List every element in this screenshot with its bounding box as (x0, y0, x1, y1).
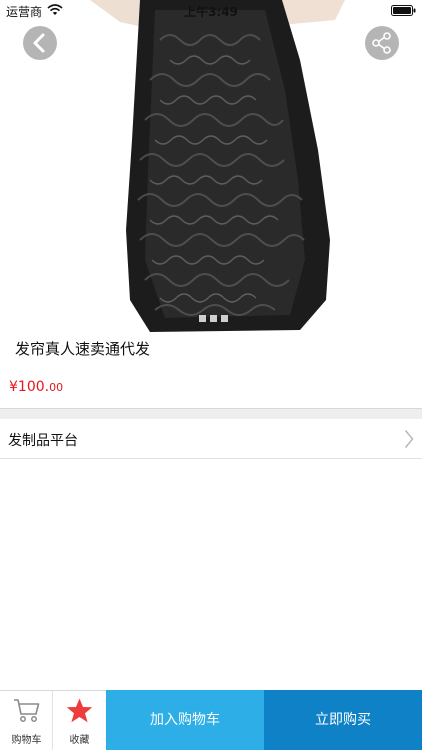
page-dot[interactable] (221, 315, 228, 322)
share-icon (372, 32, 391, 54)
price-cents: 00 (49, 381, 64, 394)
chevron-left-icon (33, 33, 45, 53)
page-dot[interactable] (199, 315, 206, 322)
share-button[interactable] (365, 26, 399, 60)
shop-entry-row[interactable]: 发制品平台 (0, 419, 422, 459)
cart-tab-label: 购物车 (11, 735, 42, 746)
star-icon (66, 698, 93, 723)
page-dot[interactable] (210, 315, 217, 322)
price-main: ¥100. (9, 379, 50, 395)
favorite-tab-button[interactable]: 收藏 (53, 691, 106, 750)
buy-now-button[interactable]: 立即购买 (264, 690, 422, 750)
favorite-tab-label: 收藏 (69, 735, 90, 746)
status-bar: 运营商 上午3:49 (0, 0, 422, 22)
chevron-right-icon (404, 430, 414, 448)
shop-name: 发制品平台 (8, 433, 78, 449)
cart-tab-button[interactable]: 购物车 (0, 691, 53, 750)
product-title: 发帘真人速卖通代发 (15, 340, 151, 358)
back-button[interactable] (23, 26, 57, 60)
product-price: ¥100.00 (9, 376, 63, 395)
status-time: 上午3:49 (184, 5, 238, 19)
add-to-cart-button[interactable]: 加入购物车 (106, 690, 264, 750)
product-image (0, 0, 422, 332)
product-image-carousel[interactable] (0, 0, 422, 332)
cart-icon (14, 699, 40, 722)
bottom-action-bar: 购物车 收藏 加入购物车 立即购买 (0, 690, 422, 750)
battery-icon (391, 5, 416, 16)
section-divider (0, 408, 422, 419)
carousel-page-indicator[interactable] (199, 315, 229, 322)
